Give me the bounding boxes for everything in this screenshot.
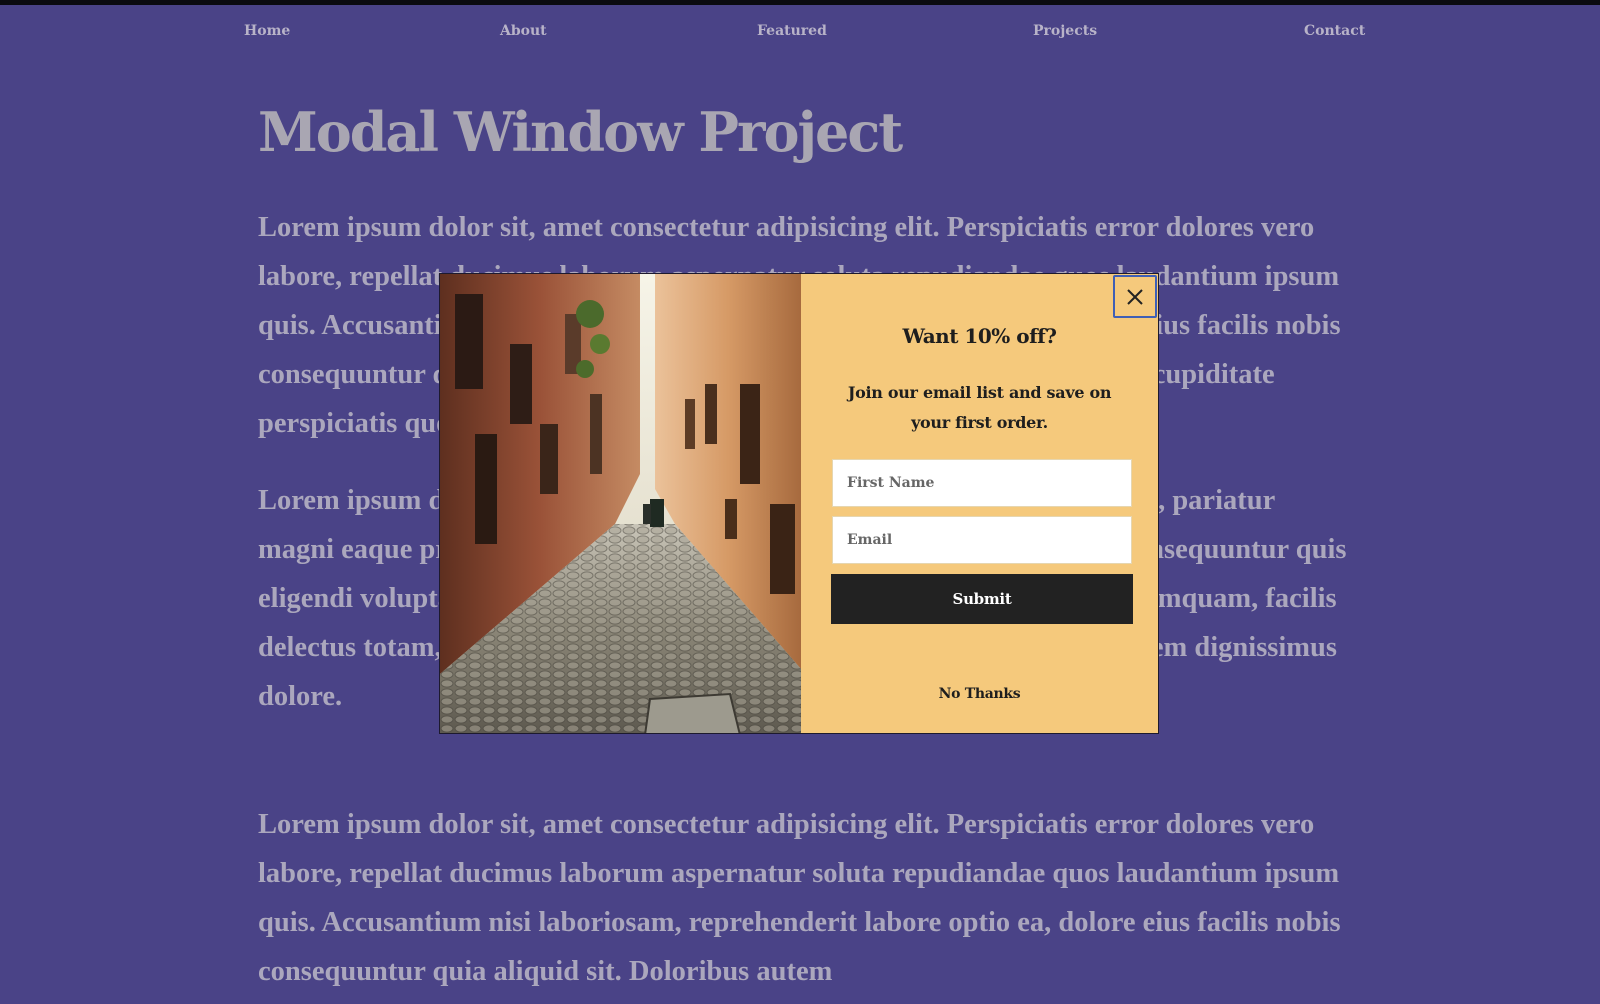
alley-photo bbox=[440, 274, 801, 733]
nav-link-contact[interactable]: Contact bbox=[1304, 23, 1365, 39]
modal-heading: Want 10% off? bbox=[902, 324, 1058, 348]
nav-link-featured[interactable]: Featured bbox=[757, 23, 827, 39]
no-thanks-link[interactable]: No Thanks bbox=[801, 686, 1158, 702]
modal-description: Join our email list and save on your fir… bbox=[847, 383, 1112, 432]
modal-panel: Want 10% off? Join our email list and sa… bbox=[801, 274, 1158, 733]
first-name-input[interactable] bbox=[832, 459, 1132, 507]
close-icon bbox=[1127, 288, 1143, 305]
submit-button[interactable]: Submit bbox=[831, 574, 1133, 624]
close-button[interactable] bbox=[1113, 275, 1157, 318]
paragraph-3: Lorem ipsum dolor sit, amet consectetur … bbox=[258, 809, 1341, 987]
discount-modal: Want 10% off? Join our email list and sa… bbox=[439, 273, 1159, 734]
nav-link-about[interactable]: About bbox=[500, 23, 547, 39]
email-input[interactable] bbox=[832, 516, 1132, 564]
alley-illustration bbox=[440, 274, 801, 733]
nav-link-projects[interactable]: Projects bbox=[1033, 23, 1097, 39]
page-title: Modal Window Project bbox=[258, 100, 903, 164]
top-edge bbox=[0, 0, 1600, 5]
nav-link-home[interactable]: Home bbox=[244, 23, 290, 39]
